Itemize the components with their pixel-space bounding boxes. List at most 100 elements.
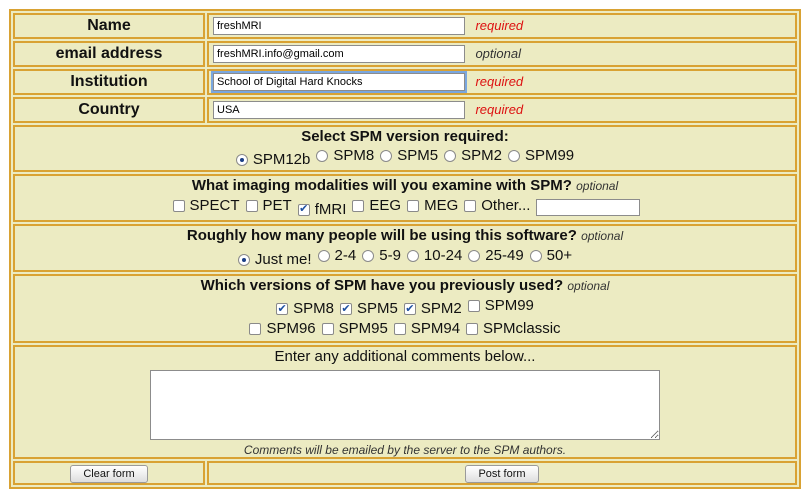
- spm-version-radio-spm99[interactable]: [507, 150, 520, 162]
- previous-option-spm94[interactable]: SPM94: [393, 319, 460, 339]
- modality-option-label: SPECT: [189, 197, 240, 214]
- spm-version-radio-spm8[interactable]: [316, 150, 329, 162]
- name-cell: required: [207, 13, 797, 39]
- users-options: Just me! 2-4 5-9 10-24 25-49 50+: [15, 246, 795, 270]
- previous-checkbox-spmclassic[interactable]: [466, 323, 479, 335]
- comments-note: Comments will be emailed by the server t…: [243, 443, 567, 457]
- modality-checkbox-meg[interactable]: [407, 200, 420, 212]
- country-cell: required: [207, 97, 797, 123]
- previous-question: Which versions of SPM have you previousl…: [200, 276, 564, 294]
- modality-checkbox-spect[interactable]: [172, 200, 185, 212]
- modality-option-eeg[interactable]: EEG: [352, 196, 401, 216]
- previous-option-spm5[interactable]: ✔ SPM5: [339, 299, 398, 319]
- spm-version-option-label: SPM99: [524, 147, 575, 164]
- institution-label: Institution: [13, 69, 205, 95]
- modality-checkbox-eeg[interactable]: [352, 200, 365, 212]
- users-option-5-9[interactable]: 5-9: [362, 246, 401, 266]
- spm-version-option-spm2[interactable]: SPM2: [444, 146, 502, 166]
- clear-cell: Clear form: [13, 461, 205, 485]
- previous-option-label: SPM95: [338, 320, 388, 337]
- email-status: optional: [475, 46, 521, 62]
- users-option-25-49[interactable]: 25-49: [468, 246, 524, 266]
- previous-checkbox-spm94[interactable]: [393, 323, 406, 335]
- previous-option-label: SPMclassic: [483, 320, 561, 337]
- users-option-50[interactable]: 50+: [529, 246, 573, 266]
- users-option-label: 5-9: [379, 246, 401, 264]
- comments-textarea[interactable]: [150, 370, 660, 440]
- comments-heading: Enter any additional comments below...: [274, 348, 536, 365]
- spm-version-question: Select SPM version required:: [301, 128, 509, 145]
- users-radio-2-4[interactable]: [317, 249, 330, 262]
- email-cell: optional: [207, 41, 797, 67]
- spm-version-option-label: SPM12b: [252, 151, 311, 168]
- users-note: optional: [581, 228, 624, 243]
- post-form-button[interactable]: Post form: [465, 464, 539, 483]
- spm-version-option-spm12b[interactable]: SPM12b: [235, 150, 311, 170]
- email-input[interactable]: [213, 44, 465, 63]
- users-option-label: 25-49: [485, 246, 524, 264]
- previous-option-label: SPM8: [293, 300, 334, 317]
- spm-version-options: SPM12b SPM8 SPM5 SPM2 SPM99: [15, 146, 795, 170]
- previous-option-spm99[interactable]: SPM99: [467, 296, 534, 316]
- modality-option-spect[interactable]: SPECT: [172, 196, 240, 216]
- country-status: required: [475, 102, 524, 118]
- modalities-question: What imaging modalities will you examine…: [191, 177, 572, 194]
- previous-option-spmclassic[interactable]: SPMclassic: [466, 319, 561, 339]
- modality-checkbox-pet[interactable]: [245, 200, 258, 212]
- users-option-just-me[interactable]: Just me!: [237, 250, 312, 270]
- clear-form-button[interactable]: Clear form: [70, 464, 148, 483]
- comments-section: Enter any additional comments below... C…: [13, 345, 797, 459]
- modalities-options: SPECT PET ✔ fMRI EEG MEG Other...: [15, 196, 795, 220]
- users-section: Roughly how many people will be using th…: [13, 223, 797, 272]
- previous-section: Which versions of SPM have you previousl…: [13, 273, 797, 343]
- previous-checkbox-spm99[interactable]: [467, 299, 480, 312]
- modality-option-label: fMRI: [314, 200, 347, 218]
- country-label: Country: [13, 97, 205, 123]
- institution-input[interactable]: [211, 70, 467, 93]
- email-label: email address: [13, 41, 205, 67]
- spm-version-option-spm8[interactable]: SPM8: [316, 146, 374, 166]
- previous-checkbox-spm95[interactable]: [321, 323, 334, 335]
- previous-option-label: SPM2: [420, 300, 462, 317]
- previous-note: optional: [567, 278, 610, 293]
- country-input[interactable]: [213, 100, 465, 119]
- modality-checkbox-fmri[interactable]: ✔: [297, 203, 310, 216]
- users-option-label: Just me!: [254, 250, 312, 268]
- modality-option-fmri[interactable]: ✔ fMRI: [297, 200, 347, 220]
- spm-version-option-label: SPM2: [461, 147, 502, 164]
- modality-other-input[interactable]: [536, 199, 641, 216]
- previous-option-label: SPM99: [484, 296, 534, 314]
- users-question-line: Roughly how many people will be using th…: [15, 226, 795, 246]
- users-radio-25-49[interactable]: [468, 249, 481, 262]
- users-option-2-4[interactable]: 2-4: [317, 246, 356, 266]
- previous-option-spm8[interactable]: ✔ SPM8: [276, 299, 334, 319]
- modality-option-pet[interactable]: PET: [245, 196, 292, 216]
- previous-checkbox-spm96[interactable]: [249, 323, 262, 335]
- users-option-10-24[interactable]: 10-24: [406, 246, 462, 266]
- previous-checkbox-spm5[interactable]: ✔: [339, 303, 352, 315]
- previous-checkbox-spm2[interactable]: ✔: [403, 303, 416, 315]
- name-label: Name: [13, 13, 205, 39]
- modality-checkbox-other[interactable]: [464, 200, 477, 212]
- users-radio-50[interactable]: [529, 249, 542, 262]
- previous-option-spm95[interactable]: SPM95: [321, 319, 388, 339]
- spm-version-option-label: SPM8: [333, 147, 375, 164]
- spm-version-option-spm99[interactable]: SPM99: [507, 146, 575, 166]
- previous-checkbox-spm8[interactable]: ✔: [276, 303, 289, 315]
- institution-status: required: [475, 74, 524, 90]
- previous-option-label: SPM5: [356, 300, 398, 317]
- name-input[interactable]: [213, 16, 465, 35]
- users-option-label: 50+: [546, 246, 573, 264]
- spm-version-radio-spm12b[interactable]: [235, 154, 248, 166]
- spm-version-radio-spm5[interactable]: [380, 150, 393, 162]
- spm-version-option-spm5[interactable]: SPM5: [380, 146, 438, 166]
- previous-option-spm96[interactable]: SPM96: [249, 319, 316, 339]
- post-cell: Post form: [207, 461, 797, 485]
- users-radio-just-me[interactable]: [237, 253, 250, 266]
- modality-option-meg[interactable]: MEG: [407, 196, 458, 216]
- users-radio-5-9[interactable]: [362, 249, 375, 262]
- modality-option-other[interactable]: Other...: [464, 196, 530, 216]
- users-radio-10-24[interactable]: [406, 249, 419, 262]
- previous-option-spm2[interactable]: ✔ SPM2: [403, 299, 462, 319]
- spm-version-radio-spm2[interactable]: [444, 150, 457, 162]
